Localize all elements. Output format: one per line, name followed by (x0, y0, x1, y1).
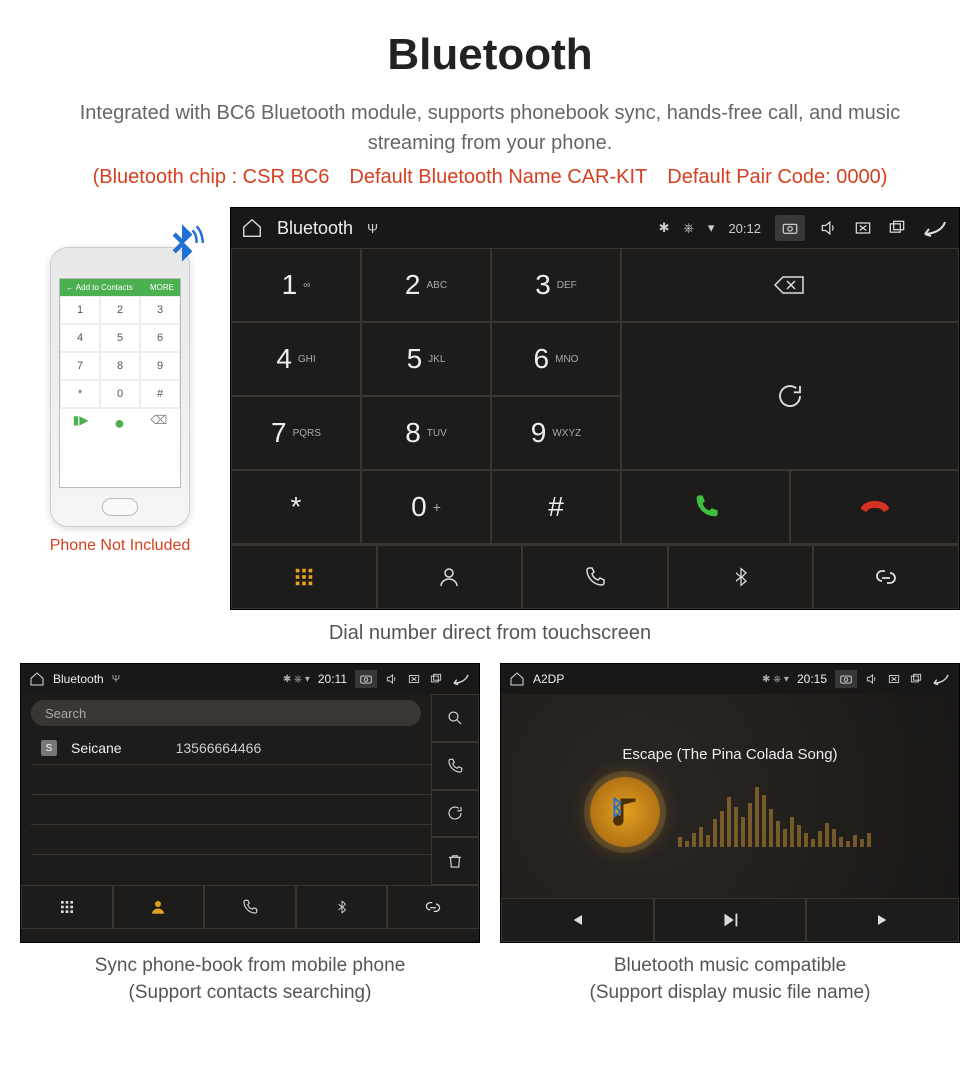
tab-contacts[interactable] (113, 885, 205, 929)
list-refresh-icon[interactable] (431, 790, 479, 838)
list-delete-icon[interactable] (431, 837, 479, 885)
tab-recent[interactable] (204, 885, 296, 929)
key-star[interactable]: * (231, 470, 361, 544)
next-button[interactable] (806, 898, 959, 942)
usb-icon: Ψ (112, 674, 120, 685)
dialer-statusbar: Bluetooth Ψ ✱ ⎈ ▾ 20:12 (231, 208, 959, 248)
play-pause-button[interactable] (654, 898, 807, 942)
music-app-title: A2DP (533, 672, 564, 686)
key-6[interactable]: 6MNO (491, 322, 621, 396)
tab-contacts[interactable] (377, 545, 523, 609)
prev-button[interactable] (501, 898, 654, 942)
phone-not-included-note: Phone Not Included (20, 537, 220, 555)
call-button[interactable] (621, 470, 790, 544)
camera-icon[interactable] (835, 670, 857, 688)
clock-time: 20:11 (318, 672, 347, 686)
phonebook-statusbar: Bluetooth Ψ ✱ ⎈ ▾ 20:11 (21, 664, 479, 694)
song-title: Escape (The Pina Colada Song) (622, 746, 837, 763)
dial-grid: 1∞ 2ABC 3DEF 4GHI 5JKL 6MNO 7PQRS 8TUV 9… (231, 248, 959, 545)
key-0[interactable]: 0+ (361, 470, 491, 544)
search-input[interactable]: Search (31, 700, 421, 726)
home-icon[interactable] (241, 217, 263, 239)
phonebook-title: Bluetooth (53, 672, 104, 686)
album-art-icon (590, 777, 660, 847)
page-subtitle: Integrated with BC6 Bluetooth module, su… (0, 98, 980, 166)
phonebook-caption: Sync phone-book from mobile phone (Suppo… (20, 943, 480, 1006)
tab-dialpad[interactable] (231, 545, 377, 609)
recent-apps-icon[interactable] (909, 672, 923, 686)
location-icon: ⎈ (684, 220, 694, 236)
close-icon[interactable] (887, 672, 901, 686)
camera-icon[interactable] (775, 215, 805, 241)
key-7[interactable]: 7PQRS (231, 396, 361, 470)
tab-bluetooth[interactable] (668, 545, 814, 609)
recent-apps-icon[interactable] (887, 218, 907, 238)
key-hash[interactable]: # (491, 470, 621, 544)
phonebook-screenshot: Bluetooth Ψ ✱ ⎈ ▾ 20:11 Search S Seicane (20, 663, 480, 943)
key-redial[interactable] (621, 322, 959, 470)
close-icon[interactable] (853, 218, 873, 238)
back-icon[interactable] (451, 672, 471, 686)
bluetooth-signal-icon (157, 220, 207, 270)
tab-pair[interactable] (813, 545, 959, 609)
hangup-button[interactable] (790, 470, 959, 544)
music-statusbar: A2DP ✱ ⎈ ▾ 20:15 (501, 664, 959, 694)
dialer-screenshot: Bluetooth Ψ ✱ ⎈ ▾ 20:12 1∞ 2ABC 3DEF 4GH… (230, 207, 960, 610)
volume-icon[interactable] (819, 218, 839, 238)
volume-icon[interactable] (385, 672, 399, 686)
contact-badge: S (41, 740, 57, 756)
contact-number: 13566664466 (176, 740, 262, 756)
usb-icon: Ψ (367, 221, 378, 236)
close-icon[interactable] (407, 672, 421, 686)
dialer-title: Bluetooth (277, 218, 353, 239)
key-2[interactable]: 2ABC (361, 248, 491, 322)
key-backspace[interactable] (621, 248, 959, 322)
list-search-icon[interactable] (431, 694, 479, 742)
key-1[interactable]: 1∞ (231, 248, 361, 322)
recent-apps-icon[interactable] (429, 672, 443, 686)
phonebook-tabs (21, 885, 479, 929)
key-9[interactable]: 9WXYZ (491, 396, 621, 470)
tab-dialpad[interactable] (21, 885, 113, 929)
wifi-icon: ▾ (708, 220, 715, 236)
contact-name: Seicane (71, 740, 122, 756)
phone-mock-column: ← Add to ContactsMORE 123 456 789 *0# ▮▶… (20, 207, 220, 555)
back-icon[interactable] (921, 218, 949, 238)
back-icon[interactable] (931, 672, 951, 686)
contact-row[interactable]: S Seicane 13566664466 (31, 732, 431, 765)
key-8[interactable]: 8TUV (361, 396, 491, 470)
camera-icon[interactable] (355, 670, 377, 688)
tab-bluetooth[interactable] (296, 885, 388, 929)
visualizer (678, 777, 871, 847)
music-caption: Bluetooth music compatible (Support disp… (500, 943, 960, 1006)
page-specs: (Bluetooth chip : CSR BC6 Default Blueto… (0, 166, 980, 207)
music-screenshot: A2DP ✱ ⎈ ▾ 20:15 Escape (The Pina Colada… (500, 663, 960, 943)
volume-icon[interactable] (865, 672, 879, 686)
key-3[interactable]: 3DEF (491, 248, 621, 322)
home-icon[interactable] (29, 671, 45, 687)
dialer-tabs (231, 545, 959, 609)
list-call-icon[interactable] (431, 742, 479, 790)
key-4[interactable]: 4GHI (231, 322, 361, 396)
clock-time: 20:15 (797, 672, 827, 686)
bluetooth-icon: ✱ (659, 220, 670, 236)
dialer-caption: Dial number direct from touchscreen (0, 610, 980, 663)
tab-recent[interactable] (522, 545, 668, 609)
tab-pair[interactable] (387, 885, 479, 929)
home-icon[interactable] (509, 671, 525, 687)
clock-time: 20:12 (728, 221, 761, 236)
key-5[interactable]: 5JKL (361, 322, 491, 396)
music-controls (501, 898, 959, 942)
page-title: Bluetooth (0, 0, 980, 98)
phone-mockup: ← Add to ContactsMORE 123 456 789 *0# ▮▶… (50, 247, 190, 527)
